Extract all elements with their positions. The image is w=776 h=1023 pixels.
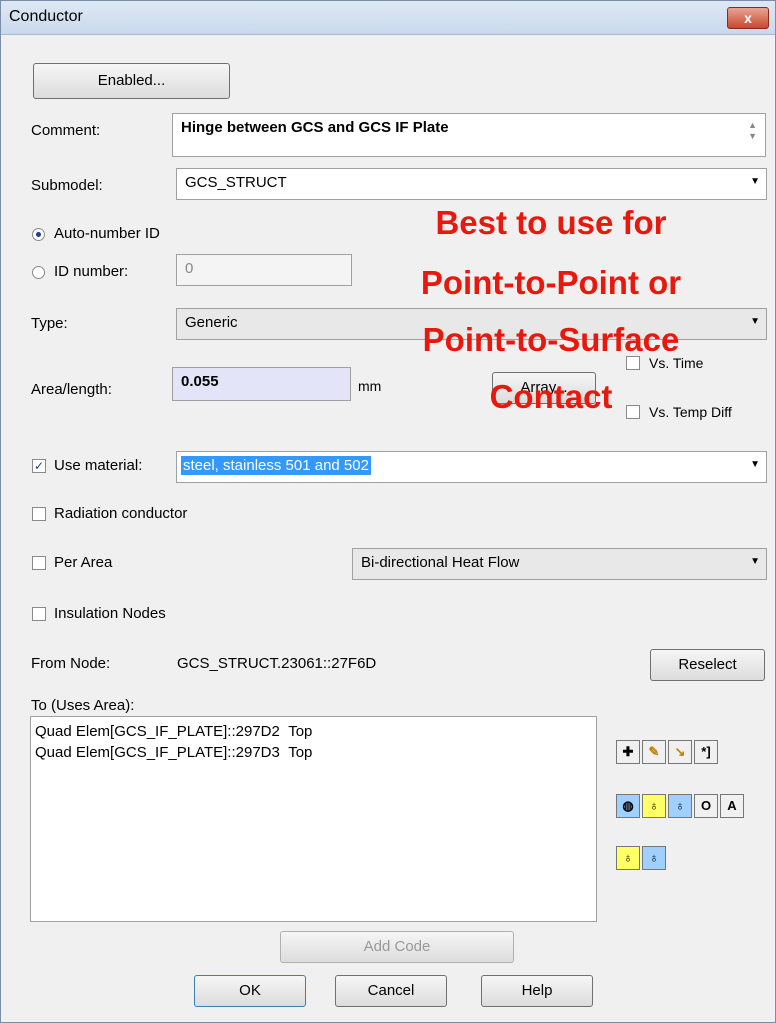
- list-item-side: Top: [288, 723, 313, 740]
- help-button[interactable]: Help: [481, 975, 593, 1007]
- list-item-name: Quad Elem[GCS_IF_PLATE]::297D3: [35, 744, 280, 761]
- add-icon[interactable]: ✚: [616, 740, 640, 764]
- submodel-value: GCS_STRUCT: [185, 174, 287, 191]
- id-number-value: 0: [185, 260, 194, 277]
- area-value: 0.055: [181, 373, 219, 390]
- id-number-label: ID number:: [54, 263, 129, 280]
- a-icon[interactable]: A: [720, 794, 744, 818]
- material-select[interactable]: steel, stainless 501 and 502 ▼: [176, 451, 767, 483]
- material-value: steel, stainless 501 and 502: [181, 456, 371, 475]
- o-icon[interactable]: O: [694, 794, 718, 818]
- submodel-select[interactable]: GCS_STRUCT ▼: [176, 168, 767, 200]
- insulation-label: Insulation Nodes: [54, 605, 166, 622]
- scroll-arrows-icon[interactable]: ▲ ▼: [748, 120, 757, 142]
- list-item-name: Quad Elem[GCS_IF_PLATE]::297D2: [35, 723, 280, 740]
- from-node-label: From Node:: [31, 655, 111, 672]
- to-list-label: To (Uses Area):: [31, 697, 135, 714]
- cancel-button[interactable]: Cancel: [335, 975, 447, 1007]
- enabled-button[interactable]: Enabled...: [33, 63, 230, 99]
- edit-icon[interactable]: ✎: [642, 740, 666, 764]
- annotation-line-1: Best to use for: [435, 204, 667, 241]
- list-item-side: Top: [288, 744, 313, 761]
- bulb-2-3b-icon[interactable]: ♁: [642, 846, 666, 870]
- annotation-line-4: Contact: [489, 378, 613, 415]
- comment-value: Hinge between GCS and GCS IF Plate: [181, 119, 449, 136]
- id-number-radio[interactable]: [32, 266, 45, 279]
- chevron-down-icon[interactable]: ▼: [750, 316, 760, 327]
- star-icon[interactable]: *]: [694, 740, 718, 764]
- heat-flow-select[interactable]: Bi-directional Heat Flow ▼: [352, 548, 767, 580]
- bulb-t2-icon[interactable]: ♁: [668, 794, 692, 818]
- annotation-line-3: Point-to-Surface: [422, 321, 680, 358]
- radiation-checkbox[interactable]: [32, 507, 46, 521]
- bulb-2-3-icon[interactable]: ♁: [616, 846, 640, 870]
- select-icon[interactable]: ↘: [668, 740, 692, 764]
- area-field[interactable]: 0.055: [172, 367, 351, 401]
- per-area-label: Per Area: [54, 554, 113, 571]
- list-item[interactable]: Quad Elem[GCS_IF_PLATE]::297D2 Top: [35, 721, 592, 742]
- bulb-t-icon[interactable]: ♁: [642, 794, 666, 818]
- chevron-down-icon[interactable]: ▼: [750, 556, 760, 567]
- type-label: Type:: [31, 315, 68, 332]
- title-bar: Conductor x: [1, 1, 775, 35]
- ok-button[interactable]: OK: [194, 975, 306, 1007]
- use-material-checkbox[interactable]: ✓: [32, 459, 46, 473]
- comment-field[interactable]: Hinge between GCS and GCS IF Plate ▲ ▼: [172, 113, 766, 157]
- chevron-down-icon[interactable]: ▼: [750, 176, 760, 187]
- reselect-button[interactable]: Reselect: [650, 649, 765, 681]
- window-title: Conductor: [9, 8, 83, 25]
- close-button[interactable]: x: [727, 7, 769, 29]
- auto-number-label: Auto-number ID: [54, 225, 160, 242]
- close-icon[interactable]: x: [744, 10, 752, 26]
- use-material-label: Use material:: [54, 457, 143, 474]
- radiation-label: Radiation conductor: [54, 505, 188, 522]
- comment-label: Comment:: [31, 122, 101, 139]
- conductor-dialog: Conductor x Enabled... Comment: Hinge be…: [0, 0, 776, 1023]
- type-value: Generic: [185, 314, 238, 331]
- chevron-down-icon[interactable]: ▼: [750, 459, 760, 470]
- insulation-checkbox[interactable]: [32, 607, 46, 621]
- per-area-checkbox[interactable]: [32, 556, 46, 570]
- heat-flow-value: Bi-directional Heat Flow: [361, 554, 520, 571]
- area-label: Area/length:: [31, 381, 112, 398]
- from-node-value: GCS_STRUCT.23061::27F6D: [177, 655, 377, 672]
- id-number-field[interactable]: 0: [176, 254, 352, 286]
- add-code-button[interactable]: Add Code: [280, 931, 514, 963]
- node-globe-icon[interactable]: ◍: [616, 794, 640, 818]
- auto-number-radio[interactable]: [32, 228, 45, 241]
- list-item[interactable]: Quad Elem[GCS_IF_PLATE]::297D3 Top: [35, 742, 592, 763]
- annotation-line-2: Point-to-Point or: [420, 264, 682, 301]
- to-node-list[interactable]: Quad Elem[GCS_IF_PLATE]::297D2 Top Quad …: [30, 716, 597, 922]
- submodel-label: Submodel:: [31, 177, 103, 194]
